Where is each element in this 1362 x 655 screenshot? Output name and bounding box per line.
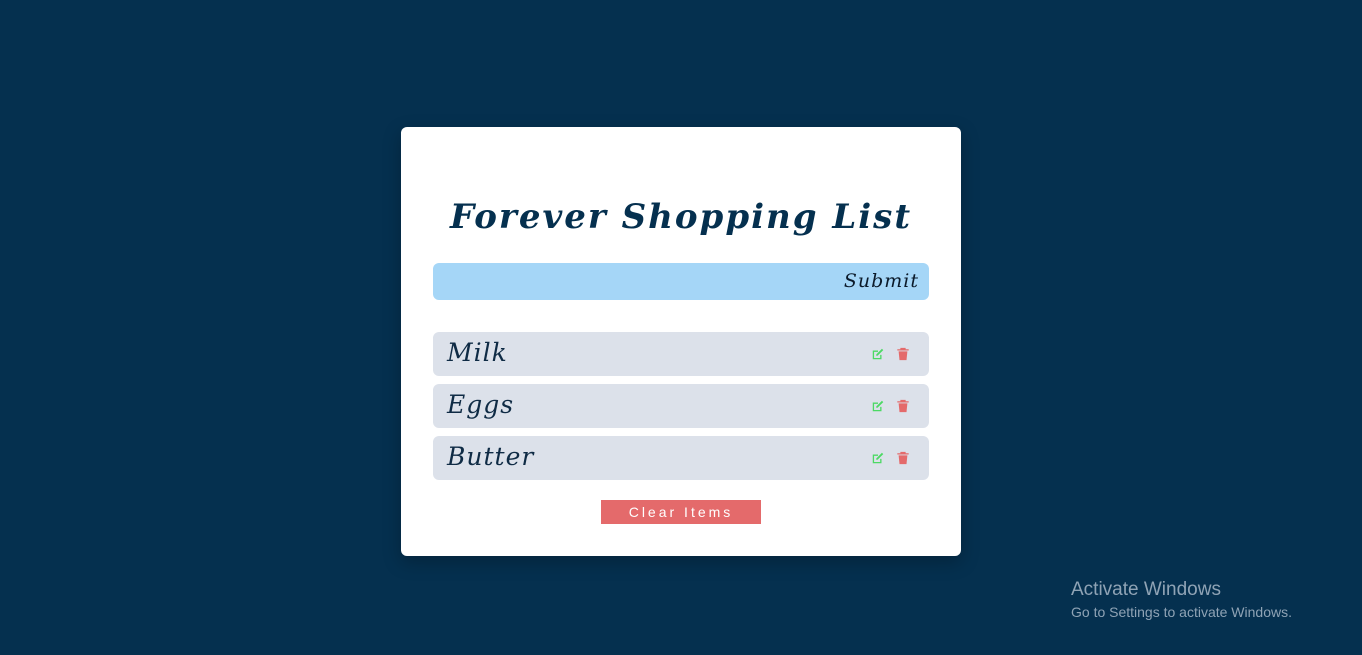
page-title: Forever Shopping List [449, 197, 913, 237]
item-name: Butter [447, 442, 535, 471]
activate-windows-watermark: Activate Windows Go to Settings to activ… [1071, 578, 1292, 622]
trash-icon[interactable] [896, 347, 910, 361]
edit-icon[interactable] [871, 451, 885, 465]
list-item: Eggs [433, 384, 929, 428]
submit-button[interactable]: Submit [844, 263, 919, 300]
watermark-title: Activate Windows [1071, 579, 1221, 600]
item-input[interactable] [433, 263, 833, 300]
list-item: Milk [433, 332, 929, 376]
watermark-subtitle: Go to Settings to activate Windows. [1071, 604, 1292, 620]
clear-items-button[interactable]: Clear Items [601, 500, 761, 524]
add-item-form: Submit [433, 263, 929, 300]
edit-icon[interactable] [871, 399, 885, 413]
item-name: Eggs [447, 390, 515, 419]
list-item: Butter [433, 436, 929, 480]
edit-icon[interactable] [871, 347, 885, 361]
shopping-list-card: Forever Shopping List Submit Milk Eggs B… [401, 127, 961, 556]
trash-icon[interactable] [896, 451, 910, 465]
trash-icon[interactable] [896, 399, 910, 413]
item-list: Milk Eggs Butter [433, 332, 929, 488]
item-name: Milk [447, 338, 508, 367]
